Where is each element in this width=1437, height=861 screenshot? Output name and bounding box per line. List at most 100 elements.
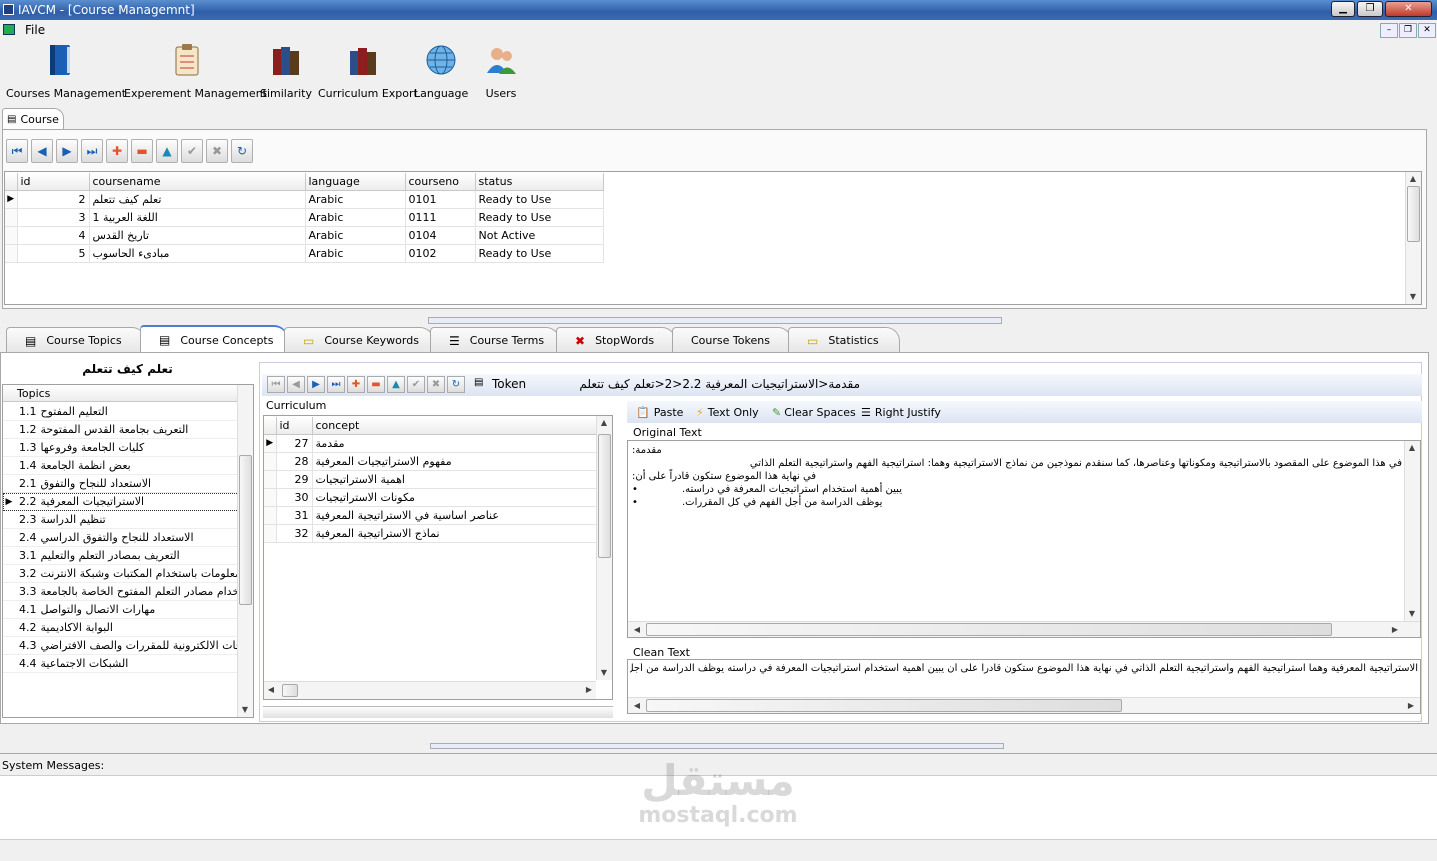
paste-button[interactable]: 📋 Paste	[636, 403, 683, 421]
topics-header[interactable]: Topics	[3, 385, 239, 402]
col-id[interactable]: id	[17, 173, 90, 191]
scroll-thumb[interactable]	[282, 684, 298, 697]
tab-course-keywords[interactable]: ▭ Course Keywords	[284, 327, 434, 353]
clean-text-editor[interactable]: الاستراتيجية المعرفية وهما استراتيجية ال…	[627, 659, 1421, 714]
col-language[interactable]: language	[305, 173, 406, 191]
minimize-icon[interactable]: ▁	[1331, 1, 1355, 17]
list-item[interactable]: 4.3الصفحات الالكترونية للمقررات والصف ال…	[3, 637, 239, 655]
list-item[interactable]: 4.2 البوابة الاكاديمية	[3, 619, 239, 637]
scroll-down-icon[interactable]: ▼	[1405, 607, 1419, 621]
scroll-thumb[interactable]	[646, 699, 1122, 712]
scroll-thumb[interactable]	[598, 434, 611, 558]
horizontal-splitter[interactable]	[428, 317, 1002, 324]
last-record-button[interactable]: ⏭	[327, 376, 345, 393]
list-item[interactable]: ▶ 2.2 الاستراتيجيات المعرفية	[3, 493, 239, 511]
scroll-down-icon[interactable]: ▼	[238, 703, 252, 717]
table-row[interactable]: 4 تاريخ القدس Arabic 0104 Not Active	[5, 226, 604, 245]
col-coursename[interactable]: coursename	[89, 173, 306, 191]
insert-record-button[interactable]: ✚	[347, 376, 365, 393]
table-row[interactable]: 3 اللغة العربية 1 Arabic 0111 Ready to U…	[5, 208, 604, 227]
list-item[interactable]: 1.1 التعليم المفتوح	[3, 403, 239, 421]
table-row[interactable]: ▶ 27 مقدمة	[264, 434, 597, 453]
scroll-up-icon[interactable]: ▲	[597, 416, 611, 430]
insert-record-button[interactable]: ✚	[106, 139, 128, 163]
right-justify-button[interactable]: ☰ Right Justify	[861, 403, 941, 421]
scroll-right-icon[interactable]: ▶	[1388, 623, 1402, 637]
list-item[interactable]: 3.1 التعريف بمصادر التعلم والتعليم	[3, 547, 239, 565]
table-row[interactable]: 30 مكونات الاستراتيجيات	[264, 488, 597, 507]
tab-statistics[interactable]: ▭ Statistics	[788, 327, 900, 353]
post-record-button[interactable]: ✔	[181, 139, 203, 163]
close-icon[interactable]: ✕	[1385, 1, 1432, 17]
edit-record-button[interactable]: ▲	[156, 139, 178, 163]
scroll-left-icon[interactable]: ◀	[264, 683, 278, 697]
table-row[interactable]: 28 مفهوم الاستراتيجيات المعرفية	[264, 452, 597, 471]
scroll-down-icon[interactable]: ▼	[597, 666, 611, 680]
tab-stopwords[interactable]: ✖ StopWords	[556, 327, 676, 353]
table-row[interactable]: 32 نماذج الاستراتيجية المعرفية	[264, 524, 597, 543]
list-item[interactable]: 4.4 الشبكات الاجتماعية	[3, 655, 239, 673]
concepts-bottom-navigator[interactable]	[263, 706, 613, 718]
topics-scrollbar[interactable]: ▼	[237, 385, 253, 717]
delete-record-button[interactable]: ▬	[367, 376, 385, 393]
mdi-close-icon[interactable]: ✕	[1418, 23, 1436, 38]
last-record-button[interactable]: ⏭	[81, 139, 103, 163]
scroll-down-icon[interactable]: ▼	[1406, 290, 1420, 304]
scroll-right-icon[interactable]: ▶	[1404, 699, 1418, 713]
courses-management-button[interactable]: Courses Management	[6, 42, 126, 102]
table-row[interactable]: ▶ 2 تعلم كيف تتعلم Arabic 0101 Ready to …	[5, 190, 604, 209]
col-status[interactable]: status	[475, 173, 604, 191]
scroll-up-icon[interactable]: ▲	[1405, 441, 1419, 455]
prior-record-button[interactable]: ◀	[31, 139, 53, 163]
tab-course-concepts[interactable]: ▤ Course Concepts	[140, 325, 288, 353]
language-button[interactable]: Language	[414, 42, 468, 102]
list-item[interactable]: 4.1 مهارات الاتصال والتواصل	[3, 601, 239, 619]
experiment-management-button[interactable]: Experement Management	[124, 42, 267, 102]
file-menu[interactable]: File	[25, 23, 45, 37]
scroll-thumb[interactable]	[1407, 186, 1420, 242]
curriculum-export-button[interactable]: Curriculum Export	[318, 42, 418, 102]
post-record-button[interactable]: ✔	[407, 376, 425, 393]
next-record-button[interactable]: ▶	[307, 376, 325, 393]
tab-course-terms[interactable]: ☰ Course Terms	[430, 327, 560, 353]
refresh-record-button[interactable]: ↻	[231, 139, 253, 163]
col-concept[interactable]: concept	[312, 417, 597, 435]
clean-text-hscrollbar[interactable]: ◀ ▶	[628, 697, 1420, 713]
list-item[interactable]: 1.2 التعريف بجامعة القدس المفتوحة	[3, 421, 239, 439]
list-item[interactable]: 1.4 بعض انظمة الجامعة	[3, 457, 239, 475]
scroll-left-icon[interactable]: ◀	[630, 623, 644, 637]
table-row[interactable]: 5 مبادىء الحاسوب Arabic 0102 Ready to Us…	[5, 244, 604, 263]
tab-course[interactable]: ▤ Course	[2, 108, 64, 130]
text-only-button[interactable]: ⚡ Text Only	[696, 403, 759, 421]
original-text-editor[interactable]: مقدمة: في هذا الموضوع على المقصود بالاست…	[627, 440, 1421, 638]
cancel-record-button[interactable]: ✖	[427, 376, 445, 393]
maximize-icon[interactable]: ❐	[1357, 1, 1383, 17]
table-row[interactable]: 29 اهمية الاستراتيجيات	[264, 470, 597, 489]
users-button[interactable]: Users	[478, 42, 524, 102]
col-id[interactable]: id	[276, 417, 313, 435]
scroll-up-icon[interactable]: ▲	[1406, 172, 1420, 186]
next-record-button[interactable]: ▶	[56, 139, 78, 163]
list-item[interactable]: 3.2 المعلومات باستخدام المكتبات وشبكة الا…	[3, 565, 239, 583]
cancel-record-button[interactable]: ✖	[206, 139, 228, 163]
table-row[interactable]: 31 عناصر اساسية في الاستراتيجية المعرفية	[264, 506, 597, 525]
list-item[interactable]: 2.4 الاستعداد للنجاح والتفوق الدراسي	[3, 529, 239, 547]
mdi-minimize-icon[interactable]: –	[1380, 23, 1398, 38]
concepts-vscrollbar[interactable]: ▲ ▼	[596, 416, 612, 680]
first-record-button[interactable]: ⏮	[267, 376, 285, 393]
refresh-record-button[interactable]: ↻	[447, 376, 465, 393]
original-text-hscrollbar[interactable]: ◀ ▶	[628, 621, 1420, 637]
tab-course-topics[interactable]: ▤ Course Topics	[6, 327, 146, 353]
bottom-splitter[interactable]	[430, 743, 1004, 749]
clear-spaces-button[interactable]: ✎ Clear Spaces	[772, 403, 856, 421]
list-item[interactable]: 2.1 الاستعداد للنجاح والتفوق	[3, 475, 239, 493]
scroll-right-icon[interactable]: ▶	[582, 683, 596, 697]
list-item[interactable]: 2.3 تنظيم الدراسة	[3, 511, 239, 529]
course-grid-scrollbar[interactable]: ▲ ▼	[1405, 172, 1421, 304]
prior-record-button[interactable]: ◀	[287, 376, 305, 393]
delete-record-button[interactable]: ▬	[131, 139, 153, 163]
token-label[interactable]: Token	[492, 377, 526, 391]
concepts-hscrollbar[interactable]: ◀ ▶	[264, 681, 596, 699]
scroll-thumb[interactable]	[239, 455, 252, 605]
col-courseno[interactable]: courseno	[405, 173, 476, 191]
